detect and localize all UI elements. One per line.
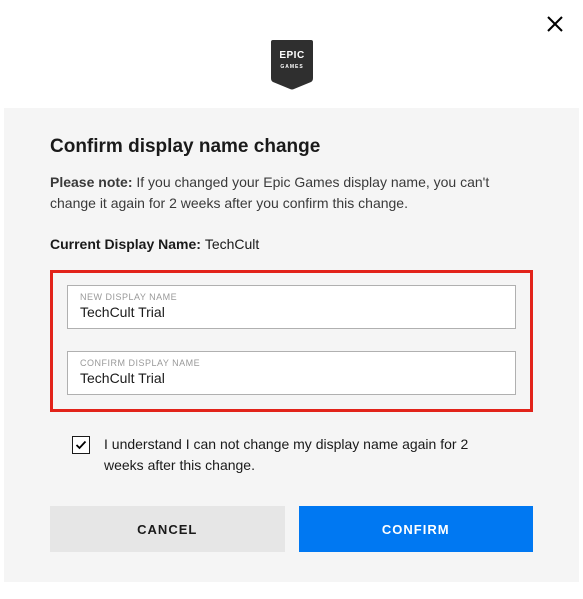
svg-text:GAMES: GAMES	[280, 64, 303, 70]
button-row: CANCEL CONFIRM	[50, 506, 533, 552]
note-bold-prefix: Please note:	[50, 174, 132, 190]
input-highlight-box: NEW DISPLAY NAME TechCult Trial CONFIRM …	[50, 270, 533, 412]
consent-checkbox-row: I understand I can not change my display…	[50, 434, 533, 476]
new-display-name-label: NEW DISPLAY NAME	[80, 292, 503, 302]
cancel-button[interactable]: CANCEL	[50, 506, 285, 552]
new-display-name-field[interactable]: NEW DISPLAY NAME TechCult Trial	[67, 285, 516, 329]
checkmark-icon	[75, 439, 87, 451]
close-button[interactable]	[543, 12, 567, 36]
svg-text:EPIC: EPIC	[279, 50, 304, 61]
logo-container: EPIC GAMES	[0, 0, 583, 108]
close-icon	[547, 16, 563, 32]
epic-games-logo: EPIC GAMES	[270, 38, 314, 90]
consent-checkbox-label: I understand I can not change my display…	[104, 434, 511, 476]
consent-checkbox[interactable]	[72, 436, 90, 454]
confirm-display-name-field[interactable]: CONFIRM DISPLAY NAME TechCult Trial	[67, 351, 516, 395]
current-name-label: Current Display Name:	[50, 236, 205, 252]
current-name-value: TechCult	[205, 236, 259, 252]
new-display-name-value: TechCult Trial	[80, 304, 503, 320]
current-display-name: Current Display Name: TechCult	[50, 236, 533, 252]
dialog-title: Confirm display name change	[50, 136, 533, 158]
dialog-note: Please note: If you changed your Epic Ga…	[50, 172, 533, 214]
dialog-content: Confirm display name change Please note:…	[4, 108, 579, 582]
confirm-display-name-label: CONFIRM DISPLAY NAME	[80, 358, 503, 368]
confirm-display-name-value: TechCult Trial	[80, 370, 503, 386]
confirm-button[interactable]: CONFIRM	[299, 506, 534, 552]
